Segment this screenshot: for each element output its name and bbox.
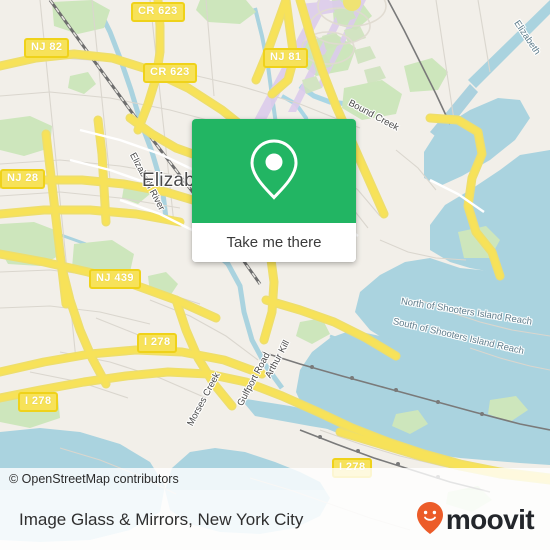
road-shield-nj-82: NJ 82 [24,38,70,58]
location-pin-icon [246,136,302,207]
moovit-wordmark: moovit [445,504,535,535]
osm-attribution-bar: © OpenStreetMap contributors [0,468,550,490]
place-title: Image Glass & Mirrors, New York City [19,510,304,529]
popup-header [192,119,356,223]
moovit-pin-smiley-icon [416,501,444,540]
road-shield-nj-439: NJ 439 [89,269,141,289]
road-shield-cr-623-left: CR 623 [143,63,197,83]
footer-bar: Image Glass & Mirrors, New York City moo… [0,490,550,550]
moovit-brand[interactable]: moovit [416,501,550,540]
take-me-there-button[interactable]: Take me there [192,223,356,262]
road-shield-nj-28: NJ 28 [0,169,46,189]
road-shield-cr-623-top: CR 623 [131,2,185,22]
osm-attribution-text: © OpenStreetMap contributors [9,472,179,486]
place-popup-card[interactable]: Take me there [192,119,356,262]
road-shield-i-278-left: I 278 [137,333,178,353]
road-shield-nj-81: NJ 81 [263,48,309,68]
map-screenshot: CR 623 NJ 82 NJ 81 CR 623 NJ 28 NJ 439 I 278 I … [0,0,550,550]
road-shield-i-278-mid: I 278 [18,392,59,412]
